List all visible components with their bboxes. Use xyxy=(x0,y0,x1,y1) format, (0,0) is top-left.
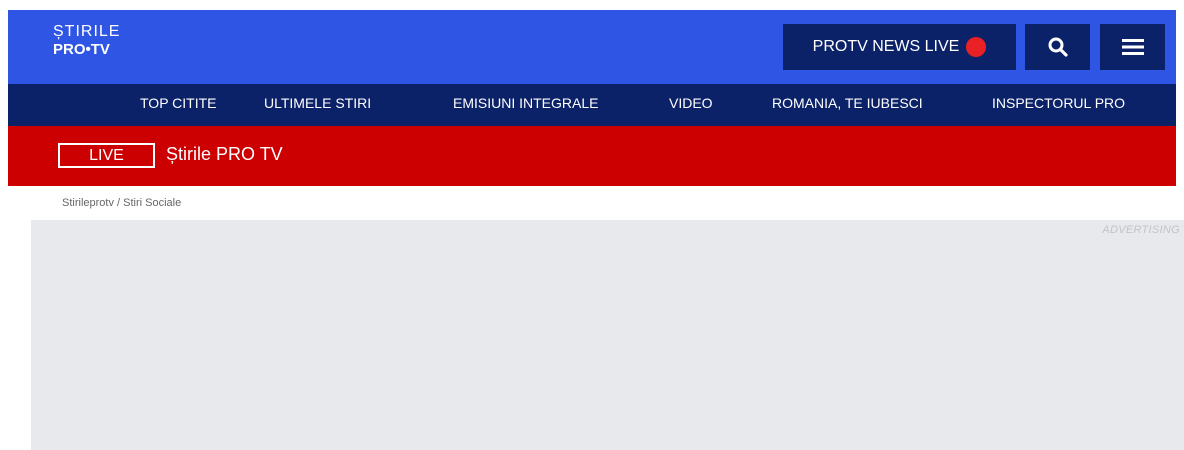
nav-item-inspectorul-pro[interactable]: INSPECTORUL PRO xyxy=(992,84,1125,126)
nav-item-top-citite[interactable]: TOP CITITE xyxy=(140,84,217,126)
main-navigation: TOP CITITE ULTIMELE STIRI EMISIUNI INTEG… xyxy=(8,84,1176,126)
breadcrumb[interactable]: Stirileprotv / Stiri Sociale xyxy=(62,197,181,209)
site-logo[interactable]: ȘTIRILE PRO•TV xyxy=(53,23,121,58)
live-title: Știrile PRO TV xyxy=(166,144,283,164)
advertising-area: ADVERTISING xyxy=(31,220,1184,450)
nav-item-ultimele-stiri[interactable]: ULTIMELE STIRI xyxy=(264,84,371,126)
search-icon xyxy=(1048,37,1068,57)
nav-item-video[interactable]: VIDEO xyxy=(669,84,713,126)
live-tag: LIVE xyxy=(58,143,155,168)
nav-item-emisiuni-integrale[interactable]: EMISIUNI INTEGRALE xyxy=(453,84,598,126)
header-bar: ȘTIRILE PRO•TV PROTV NEWS LIVE xyxy=(8,10,1176,84)
live-dot-icon xyxy=(966,37,987,57)
menu-button[interactable] xyxy=(1100,24,1165,70)
protv-news-live-button[interactable]: PROTV NEWS LIVE xyxy=(783,24,1016,70)
logo-line-2: PRO•TV xyxy=(53,41,110,58)
live-button-label: PROTV NEWS LIVE xyxy=(812,38,960,55)
hamburger-menu-icon xyxy=(1121,39,1144,55)
nav-item-romania-te-iubesc[interactable]: ROMANIA, TE IUBESCI xyxy=(772,84,923,126)
live-banner[interactable]: LIVE Știrile PRO TV xyxy=(8,126,1176,186)
search-button[interactable] xyxy=(1025,24,1090,70)
advertising-label: ADVERTISING xyxy=(1102,224,1180,236)
logo-line-1: ȘTIRILE xyxy=(53,23,121,40)
